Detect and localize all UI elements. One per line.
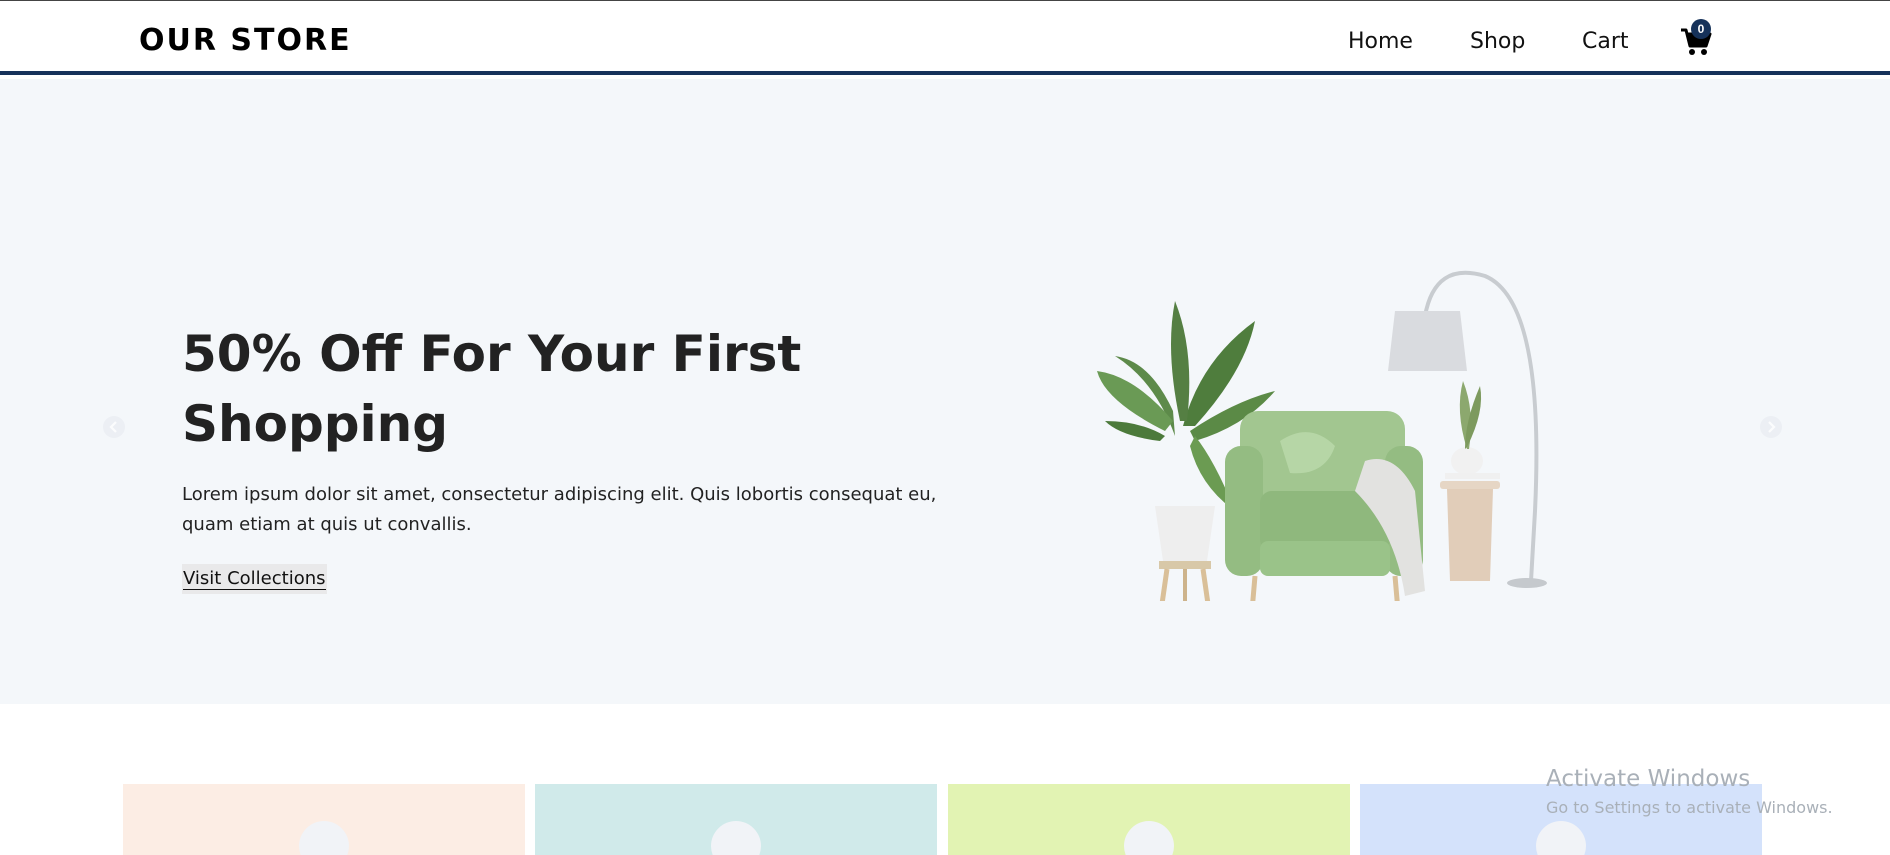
cart-count-badge: 0 <box>1691 19 1711 39</box>
furniture-image <box>1097 270 1547 601</box>
nav-link-home[interactable]: Home <box>1348 29 1413 54</box>
main-nav: Home Shop Cart <box>0 29 1890 59</box>
green-armchair <box>1225 411 1425 601</box>
site-header: OUR STORE Home Shop Cart 0 <box>0 1 1890 75</box>
category-card[interactable] <box>123 784 525 855</box>
category-card[interactable] <box>948 784 1350 855</box>
watermark-subtitle: Go to Settings to activate Windows. <box>1546 798 1833 817</box>
activate-windows-watermark: Activate Windows Go to Settings to activ… <box>1546 764 1833 819</box>
nav-link-shop[interactable]: Shop <box>1470 29 1525 54</box>
visit-collections-button[interactable]: Visit Collections <box>182 564 327 594</box>
hero-banner: 50% Off For Your First Shopping Lorem ip… <box>0 79 1890 704</box>
category-card-image <box>1124 821 1174 855</box>
carousel-next-button[interactable] <box>1759 415 1783 439</box>
visit-collections-label: Visit Collections <box>183 568 326 590</box>
category-card-image <box>299 821 349 855</box>
hero-title: 50% Off For Your First Shopping <box>182 325 802 453</box>
nav-link-cart[interactable]: Cart <box>1582 29 1629 54</box>
watermark-title: Activate Windows <box>1546 766 1751 792</box>
carousel-prev-button[interactable] <box>102 415 126 439</box>
chevron-left-icon <box>103 416 125 438</box>
category-card-image <box>1536 821 1586 855</box>
chevron-right-icon <box>1760 416 1782 438</box>
side-table <box>1440 381 1500 581</box>
category-card-image <box>711 821 761 855</box>
category-card[interactable] <box>535 784 937 855</box>
hero-description: Lorem ipsum dolor sit amet, consectetur … <box>182 484 937 535</box>
